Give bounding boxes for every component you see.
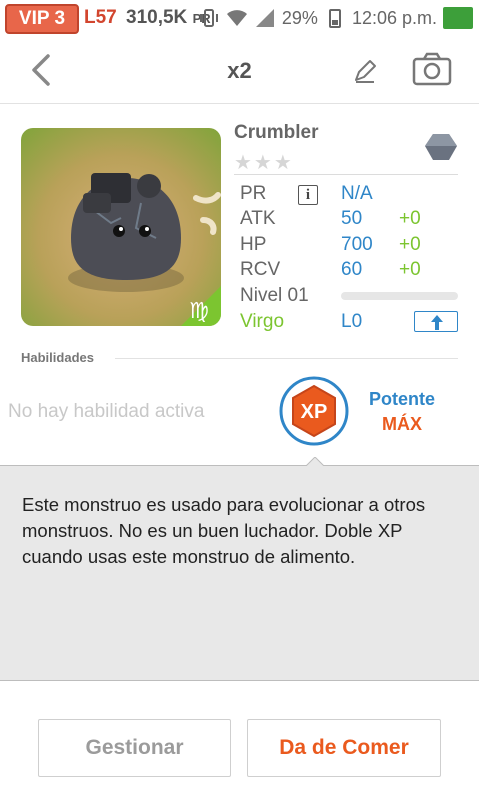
clock: 12:06 p.m.	[351, 7, 437, 28]
top-bar: x2	[0, 36, 479, 104]
battery-icon	[328, 9, 341, 28]
stat-label-rcv: RCV	[240, 259, 281, 280]
zodiac-label: Virgo	[240, 311, 285, 332]
stat-value-atk: 50	[341, 208, 363, 229]
xp-skill-badge[interactable]: XP	[279, 376, 349, 446]
level-progress-bar	[341, 292, 458, 300]
stat-label-atk: ATK	[240, 208, 276, 229]
notification-icon	[443, 7, 473, 29]
evolve-button[interactable]	[414, 311, 458, 332]
monster-name: Crumbler	[234, 122, 319, 143]
stat-value-pr: N/A	[341, 183, 373, 204]
status-bar: VIP 3 L57 310,5K PR 29% 12:06 p.m.	[0, 0, 479, 36]
xp-badge-label: XP	[301, 401, 328, 423]
power-value: 310,5K	[126, 7, 188, 28]
evolution-level: L0	[341, 311, 363, 332]
info-icon[interactable]: i	[298, 185, 318, 205]
rock-icon	[422, 127, 460, 165]
monster-description: Este monstruo es usado para evolucionar …	[22, 494, 426, 567]
divider	[234, 174, 458, 175]
level-label: Nivel 01	[240, 285, 309, 306]
no-active-skill: No hay habilidad activa	[8, 401, 205, 422]
rarity-stars: ★★★	[234, 152, 294, 174]
passive-skill-name: Potente	[368, 389, 435, 409]
skills-heading: Habilidades	[21, 350, 94, 365]
stat-bonus-rcv: +0	[399, 259, 421, 280]
stat-label-hp: HP	[240, 234, 267, 255]
system-status: 29% 12:06 p.m.	[198, 3, 473, 33]
manage-button[interactable]: Gestionar	[38, 719, 231, 777]
vibrate-icon	[199, 9, 218, 27]
stat-label-pr: PR	[240, 183, 267, 204]
svg-text:♍: ♍	[189, 299, 209, 324]
passive-skill-level: MÁX	[382, 414, 422, 434]
pointer-arrow	[306, 457, 324, 475]
divider	[115, 358, 458, 359]
stat-value-rcv: 60	[341, 259, 363, 280]
stat-value-hp: 700	[341, 234, 373, 255]
stat-bonus-hp: +0	[399, 234, 421, 255]
player-level: L57	[84, 7, 117, 28]
vip-badge: VIP 3	[5, 4, 79, 34]
pencil-icon[interactable]	[352, 58, 378, 84]
battery-percent: 29%	[281, 7, 318, 28]
signal-icon	[255, 9, 274, 27]
arrow-up-icon	[431, 315, 443, 330]
monster-portrait: ♍	[21, 128, 221, 326]
camera-icon[interactable]	[412, 51, 452, 87]
wifi-icon	[226, 10, 247, 26]
feed-button[interactable]: Da de Comer	[247, 719, 441, 777]
stat-bonus-atk: +0	[399, 208, 421, 229]
page-title: x2	[227, 58, 252, 83]
